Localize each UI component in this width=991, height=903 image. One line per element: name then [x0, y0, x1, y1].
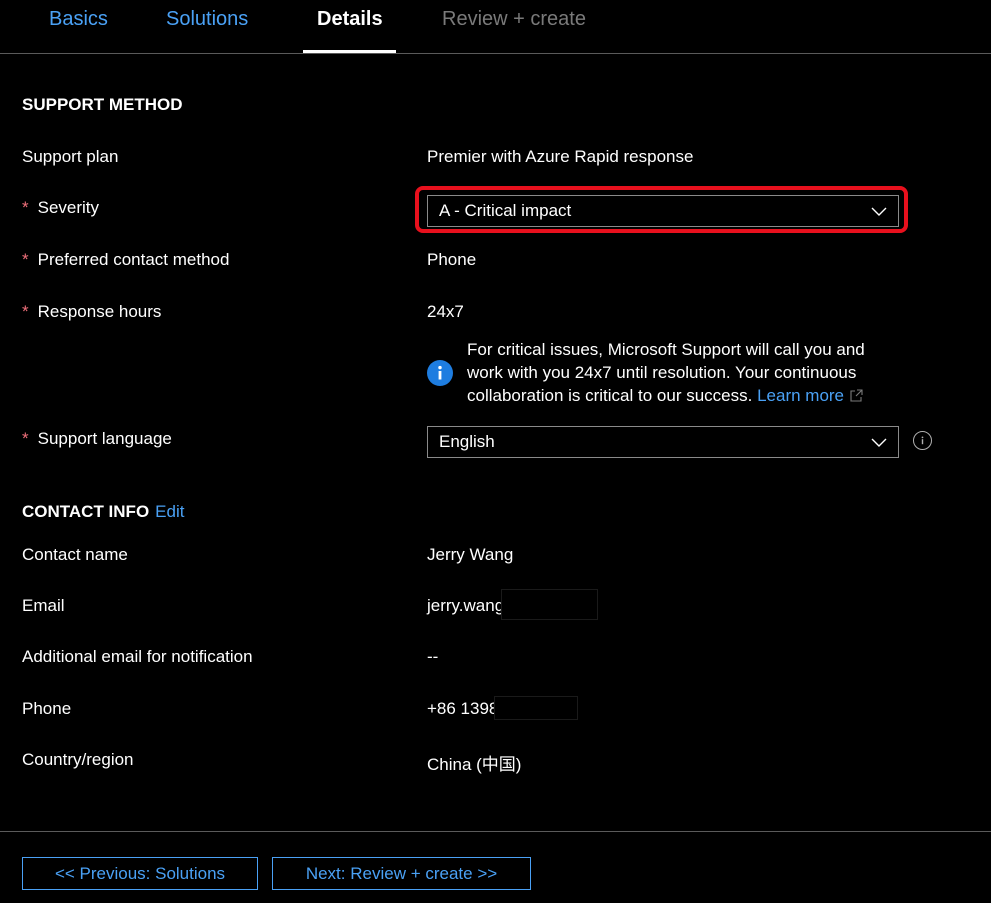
country-label: Country/region: [22, 750, 134, 769]
contact-info-heading: CONTACT INFO Edit: [22, 502, 184, 522]
tab-basics[interactable]: Basics: [49, 8, 108, 31]
learn-more-link[interactable]: Learn more: [757, 386, 844, 405]
external-link-icon: [850, 389, 863, 402]
additional-email-value: --: [427, 647, 439, 666]
support-language-info-icon[interactable]: [913, 431, 932, 450]
next-button[interactable]: Next: Review + create >>: [272, 857, 531, 890]
chevron-down-icon: [871, 438, 887, 447]
redaction-box: [494, 696, 578, 720]
contact-method-label-text: Preferred contact method: [37, 250, 230, 269]
contact-info-title: CONTACT INFO: [22, 502, 150, 521]
severity-selected-value: A - Critical impact: [439, 201, 572, 220]
response-hours-label-text: Response hours: [37, 302, 162, 321]
required-marker: *: [22, 250, 29, 269]
previous-button[interactable]: << Previous: Solutions: [22, 857, 258, 890]
support-language-selected-value: English: [439, 432, 495, 451]
phone-value: +86 1398: [427, 699, 499, 718]
active-tab-indicator: [303, 50, 396, 53]
response-hours-value: 24x7: [427, 302, 464, 321]
redaction-box: [501, 589, 598, 620]
support-language-label-text: Support language: [37, 429, 172, 448]
required-marker: *: [22, 429, 29, 448]
tab-review-create: Review + create: [442, 8, 586, 30]
contact-method-label: * Preferred contact method: [22, 250, 229, 270]
support-language-label: * Support language: [22, 429, 172, 449]
chevron-down-icon: [871, 207, 887, 216]
support-language-dropdown[interactable]: English: [427, 426, 899, 458]
support-method-heading: SUPPORT METHOD: [22, 95, 183, 114]
wizard-tabs: Basics Solutions Details Review + create: [0, 0, 991, 54]
response-hours-label: * Response hours: [22, 302, 161, 322]
required-marker: *: [22, 198, 29, 217]
email-label: Email: [22, 596, 65, 615]
required-marker: *: [22, 302, 29, 321]
support-plan-label: Support plan: [22, 147, 119, 166]
info-icon: [427, 360, 453, 386]
contact-method-value: Phone: [427, 250, 477, 269]
tab-details[interactable]: Details: [317, 8, 383, 31]
contact-name-label: Contact name: [22, 545, 128, 564]
tab-solutions[interactable]: Solutions: [166, 8, 248, 31]
edit-contact-link[interactable]: Edit: [155, 502, 184, 521]
severity-dropdown[interactable]: A - Critical impact: [427, 195, 899, 227]
severity-label-text: Severity: [37, 198, 100, 217]
additional-email-label: Additional email for notification: [22, 647, 253, 666]
support-request-details-page: Basics Solutions Details Review + create…: [0, 0, 991, 903]
contact-name-value: Jerry Wang: [427, 545, 514, 564]
footer-divider: [0, 831, 991, 832]
phone-label: Phone: [22, 699, 72, 718]
severity-label: * Severity: [22, 198, 99, 218]
support-plan-value: Premier with Azure Rapid response: [427, 147, 694, 166]
email-value: jerry.wang: [427, 596, 505, 615]
country-value: China (中国): [427, 755, 522, 774]
info-message: For critical issues, Microsoft Support w…: [467, 338, 897, 407]
